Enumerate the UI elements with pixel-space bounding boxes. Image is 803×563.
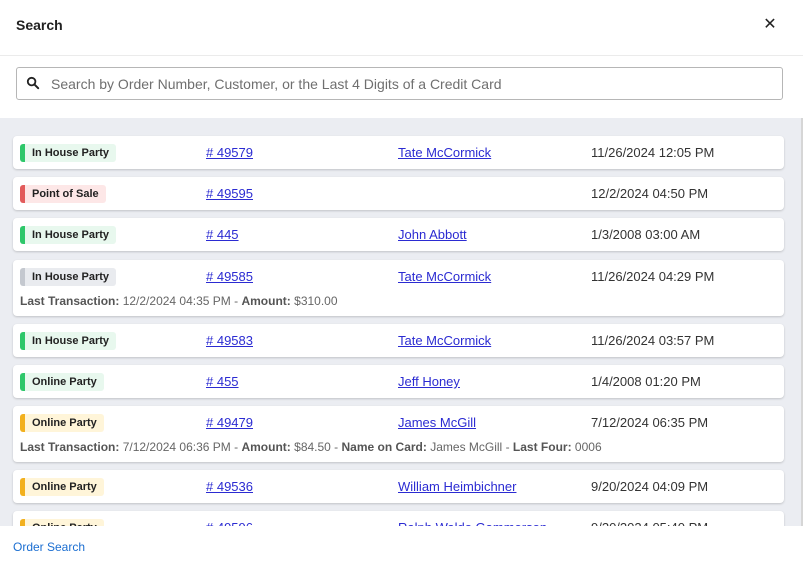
order-number-link[interactable]: # 49596 bbox=[206, 519, 253, 526]
order-search-link[interactable]: Order Search bbox=[13, 540, 85, 554]
order-type-badge: Online Party bbox=[20, 478, 104, 496]
last-four-label: Last Four: bbox=[512, 440, 572, 454]
result-row[interactable]: In House Party # 49579 Tate McCormick 11/26… bbox=[13, 136, 784, 169]
order-type-badge: Online Party bbox=[20, 519, 104, 526]
customer-link[interactable]: Tate McCormick bbox=[398, 144, 491, 162]
transaction-details: Last Transaction: 12/2/2024 04:35 PM - A… bbox=[20, 293, 338, 309]
order-date: 9/20/2024 04:09 PM bbox=[591, 479, 709, 494]
result-row[interactable]: Online Party # 455 Jeff Honey 1/4/2008 01:2… bbox=[13, 365, 784, 398]
order-date: 12/2/2024 04:50 PM bbox=[591, 186, 709, 201]
result-row[interactable]: In House Party # 49585 Tate McCormick 11/26… bbox=[13, 260, 784, 316]
search-icon bbox=[26, 76, 40, 90]
name-on-card-value: James McGill bbox=[430, 440, 503, 454]
amount-value: $310.00 bbox=[294, 294, 338, 308]
customer-link[interactable]: Jeff Honey bbox=[398, 373, 460, 391]
order-type-badge: Point of Sale bbox=[20, 185, 106, 203]
order-date: 11/26/2024 03:57 PM bbox=[591, 333, 715, 348]
order-number-link[interactable]: # 49536 bbox=[206, 478, 253, 496]
last-transaction-value: 7/12/2024 06:36 PM bbox=[122, 440, 231, 454]
order-number-link[interactable]: # 49595 bbox=[206, 185, 253, 203]
order-number-link[interactable]: # 49579 bbox=[206, 144, 253, 162]
modal-title: Search bbox=[16, 17, 63, 33]
order-number-link[interactable]: # 49583 bbox=[206, 332, 253, 350]
customer-link[interactable]: William Heimbichner bbox=[398, 478, 516, 496]
order-number-link[interactable]: # 49479 bbox=[206, 414, 253, 432]
result-row[interactable]: Online Party # 49479 James McGill 7/12/2024… bbox=[13, 406, 784, 462]
result-row[interactable]: Online Party # 49536 William Heimbichner 9/… bbox=[13, 470, 784, 503]
order-date: 7/12/2024 06:35 PM bbox=[591, 415, 709, 430]
modal-header: Search ✕ bbox=[0, 0, 803, 56]
amount-value: $84.50 bbox=[294, 440, 331, 454]
result-row[interactable]: Online Party # 49596 Ralph Waldo Gammerson… bbox=[13, 511, 784, 526]
last-transaction-label: Last Transaction: bbox=[20, 440, 120, 454]
detail-separator: - bbox=[230, 294, 242, 308]
transaction-details: Last Transaction: 7/12/2024 06:36 PM - A… bbox=[20, 439, 602, 455]
last-four-value: 0006 bbox=[574, 440, 602, 454]
result-row[interactable]: In House Party # 49583 Tate McCormick 11/26… bbox=[13, 324, 784, 357]
customer-link[interactable]: John Abbott bbox=[398, 226, 467, 244]
order-date: 11/26/2024 12:05 PM bbox=[591, 145, 715, 160]
order-date: 1/3/2008 03:00 AM bbox=[591, 227, 701, 242]
order-number-link[interactable]: # 455 bbox=[206, 373, 239, 391]
customer-link[interactable]: Ralph Waldo Gammerson bbox=[398, 519, 547, 526]
modal-footer: Order Search bbox=[0, 526, 803, 563]
amount-label: Amount: bbox=[241, 440, 291, 454]
customer-link[interactable]: Tate McCormick bbox=[398, 332, 491, 350]
search-input[interactable] bbox=[51, 68, 776, 99]
order-type-badge: Online Party bbox=[20, 373, 104, 391]
amount-label: Amount: bbox=[241, 294, 291, 308]
close-icon[interactable]: ✕ bbox=[760, 14, 780, 36]
result-row[interactable]: Point of Sale # 49595 12/2/2024 04:50 PM bbox=[13, 177, 784, 210]
customer-link[interactable]: James McGill bbox=[398, 414, 476, 432]
order-type-badge: In House Party bbox=[20, 268, 117, 286]
order-type-badge: Online Party bbox=[20, 414, 104, 432]
order-number-link[interactable]: # 49585 bbox=[206, 268, 253, 286]
results-list[interactable]: In House Party # 49579 Tate McCormick 11/26… bbox=[0, 118, 801, 526]
order-type-badge: In House Party bbox=[20, 332, 117, 350]
order-date: 11/26/2024 04:29 PM bbox=[591, 269, 715, 284]
detail-separator: - bbox=[502, 440, 513, 454]
order-number-link[interactable]: # 445 bbox=[206, 226, 239, 244]
last-transaction-value: 12/2/2024 04:35 PM bbox=[122, 294, 231, 308]
detail-separator: - bbox=[230, 440, 242, 454]
order-type-badge: In House Party bbox=[20, 144, 117, 162]
detail-separator: - bbox=[330, 440, 342, 454]
search-box[interactable] bbox=[16, 67, 783, 100]
order-date: 1/4/2008 01:20 PM bbox=[591, 374, 701, 389]
result-row[interactable]: In House Party # 445 John Abbott 1/3/2008 0… bbox=[13, 218, 784, 251]
name-on-card-label: Name on Card: bbox=[341, 440, 427, 454]
customer-link[interactable]: Tate McCormick bbox=[398, 268, 491, 286]
order-date: 9/20/2024 05:40 PM bbox=[591, 519, 708, 526]
order-type-badge: In House Party bbox=[20, 226, 117, 244]
last-transaction-label: Last Transaction: bbox=[20, 294, 120, 308]
